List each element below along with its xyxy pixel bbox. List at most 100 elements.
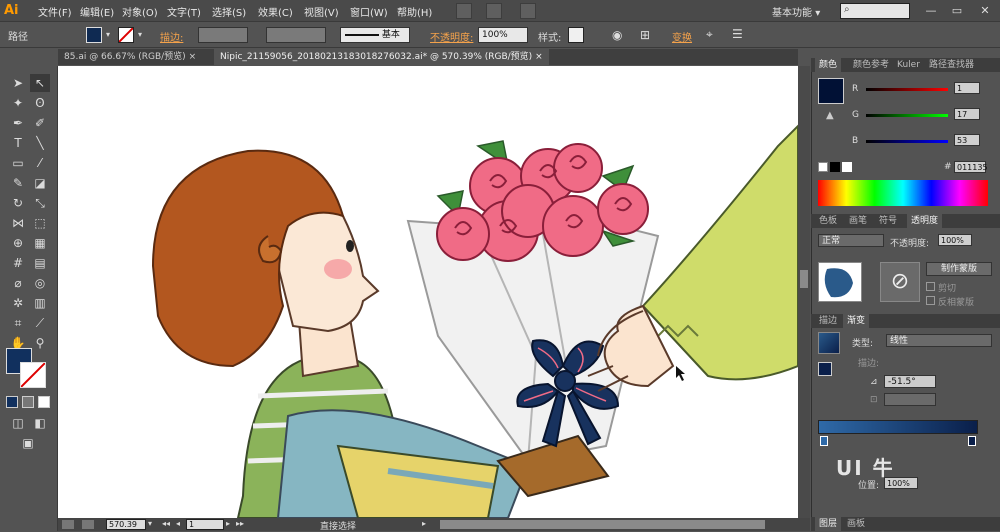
eyedropper-tool-icon[interactable]: ⌀	[8, 274, 28, 292]
status-menu-icon[interactable]: ▸	[422, 519, 426, 528]
tab-document-nipic[interactable]: Nipic_21159056_20180213183018276032.ai* …	[214, 49, 549, 65]
none-mode-icon[interactable]	[38, 396, 50, 408]
opacity-label[interactable]: 不透明度:	[430, 29, 473, 45]
gradient-mode-icon[interactable]	[22, 396, 34, 408]
fill-swatch[interactable]	[86, 27, 102, 43]
gpu-icon[interactable]	[520, 3, 536, 19]
paintbrush-tool-icon[interactable]: ⁄	[30, 154, 50, 172]
shape-builder-tool-icon[interactable]: ⊕	[8, 234, 28, 252]
b-value-field[interactable]: 53	[954, 134, 980, 146]
line-tool-icon[interactable]: ╲	[30, 134, 50, 152]
pen-tool-icon[interactable]: ✒	[8, 114, 28, 132]
menu-object[interactable]: 对象(O)	[122, 4, 158, 19]
zoom-dropdown-icon[interactable]: ▾	[148, 519, 152, 528]
align-icon[interactable]: ⊞	[640, 28, 650, 44]
mask-thumbnail-icon[interactable]: ⊘	[880, 262, 920, 302]
artboard-canvas[interactable]	[58, 66, 798, 518]
perspective-grid-tool-icon[interactable]: ▦	[30, 234, 50, 252]
direct-selection-tool-icon[interactable]: ↖	[30, 74, 50, 92]
stroke-color-box[interactable]	[20, 362, 46, 388]
slice-tool-icon[interactable]: ⟋	[30, 314, 50, 332]
rectangle-tool-icon[interactable]: ▭	[8, 154, 28, 172]
minimize-icon[interactable]: —	[920, 3, 942, 19]
eraser-tool-icon[interactable]: ◪	[30, 174, 50, 192]
g-value-field[interactable]: 17	[954, 108, 980, 120]
draw-behind-icon[interactable]: ◧	[30, 414, 50, 432]
zoom-tool-icon[interactable]: ⚲	[30, 334, 50, 352]
recolor-icon[interactable]: ◉	[612, 28, 622, 44]
isolate-icon[interactable]: ⌖	[706, 27, 713, 43]
gradient-aspect-field[interactable]	[884, 393, 936, 406]
blend-tool-icon[interactable]: ◎	[30, 274, 50, 292]
out-of-gamut-icon[interactable]: ▲	[826, 110, 834, 121]
object-thumbnail[interactable]	[818, 262, 862, 302]
menu-file[interactable]: 文件(F)	[38, 4, 72, 19]
graph-tool-icon[interactable]: ▥	[30, 294, 50, 312]
tab-swatches[interactable]: 色板	[815, 214, 841, 228]
tab-symbols[interactable]: 符号	[875, 214, 901, 228]
gradient-type-select[interactable]: 线性	[886, 334, 992, 347]
transparency-opacity-field[interactable]: 100%	[938, 234, 972, 246]
color-spectrum[interactable]	[818, 180, 988, 206]
maximize-icon[interactable]: ▭	[946, 3, 968, 19]
invert-mask-checkbox[interactable]	[926, 296, 935, 305]
g-slider[interactable]	[866, 114, 948, 117]
graphic-style-swatch[interactable]	[568, 27, 584, 43]
symbol-sprayer-tool-icon[interactable]: ✲	[8, 294, 28, 312]
menu-help[interactable]: 帮助(H)	[397, 4, 432, 19]
tab-color[interactable]: 颜色	[815, 58, 842, 72]
curvature-tool-icon[interactable]: ✐	[30, 114, 50, 132]
tab-kuler[interactable]: Kuler	[893, 58, 924, 72]
artboard-tool-icon[interactable]: ⌗	[8, 314, 28, 332]
lasso-tool-icon[interactable]: ʘ	[30, 94, 50, 112]
artboard-last-icon[interactable]: ▸▸	[236, 519, 244, 528]
stroke-swatch[interactable]	[118, 27, 134, 43]
gradient-preview-swatch[interactable]	[818, 332, 840, 354]
vertical-scrollbar[interactable]	[798, 66, 810, 518]
r-slider[interactable]	[866, 88, 948, 91]
tab-stroke[interactable]: 描边	[815, 314, 841, 328]
clip-checkbox[interactable]	[926, 282, 935, 291]
tab-layers[interactable]: 图层	[815, 517, 842, 531]
magic-wand-tool-icon[interactable]: ✦	[8, 94, 28, 112]
vertical-scroll-thumb[interactable]	[800, 270, 808, 288]
artboard-number-field[interactable]: 1	[186, 519, 224, 530]
tab-brushes[interactable]: 画笔	[845, 214, 871, 228]
mesh-tool-icon[interactable]: #	[8, 254, 28, 272]
r-value-field[interactable]: 1	[954, 82, 980, 94]
tab-document-85[interactable]: 85.ai @ 66.67% (RGB/预览) ×	[58, 49, 202, 65]
status-open-icon[interactable]	[82, 520, 94, 529]
panel-menu-icon[interactable]: ☰	[732, 27, 743, 43]
search-input[interactable]	[840, 3, 910, 19]
artboard-next-icon[interactable]: ▸	[226, 519, 230, 528]
artboard-prev-icon[interactable]: ◂	[176, 519, 180, 528]
tab-gradient[interactable]: 渐变	[843, 314, 870, 328]
gradient-tool-icon[interactable]: ▤	[30, 254, 50, 272]
pencil-tool-icon[interactable]: ✎	[8, 174, 28, 192]
brush-definition-select[interactable]: 基本	[340, 27, 410, 43]
make-mask-button[interactable]: 制作蒙版	[926, 262, 992, 276]
tab-color-guide[interactable]: 颜色参考	[849, 58, 893, 72]
gradient-fill-mini-swatch[interactable]	[818, 362, 832, 376]
menu-text[interactable]: 文字(T)	[167, 4, 201, 19]
menu-select[interactable]: 选择(S)	[212, 4, 246, 19]
fill-dropdown-icon[interactable]: ▾	[103, 27, 113, 43]
blend-mode-select[interactable]: 正常	[818, 234, 884, 247]
horizontal-scroll-thumb[interactable]	[440, 520, 765, 529]
screen-mode-icon[interactable]: ▣	[18, 434, 38, 452]
menu-window[interactable]: 窗口(W)	[350, 4, 388, 19]
variable-width-profile[interactable]	[266, 27, 326, 43]
gradient-slider-bar[interactable]	[818, 420, 978, 434]
rotate-tool-icon[interactable]: ↻	[8, 194, 28, 212]
gradient-angle-field[interactable]: -51.5°	[884, 375, 936, 388]
arrange-documents-icon[interactable]	[486, 3, 502, 19]
width-tool-icon[interactable]: ⋈	[8, 214, 28, 232]
color-mode-icon[interactable]	[6, 396, 18, 408]
menu-edit[interactable]: 编辑(E)	[80, 4, 114, 19]
zoom-level-field[interactable]: 570.39	[106, 519, 146, 530]
status-share-icon[interactable]	[62, 520, 74, 529]
opacity-field[interactable]: 100%	[478, 27, 528, 43]
gradient-stop-end[interactable]	[968, 436, 976, 446]
menu-view[interactable]: 视图(V)	[304, 4, 339, 19]
tab-transparency[interactable]: 透明度	[907, 214, 943, 228]
